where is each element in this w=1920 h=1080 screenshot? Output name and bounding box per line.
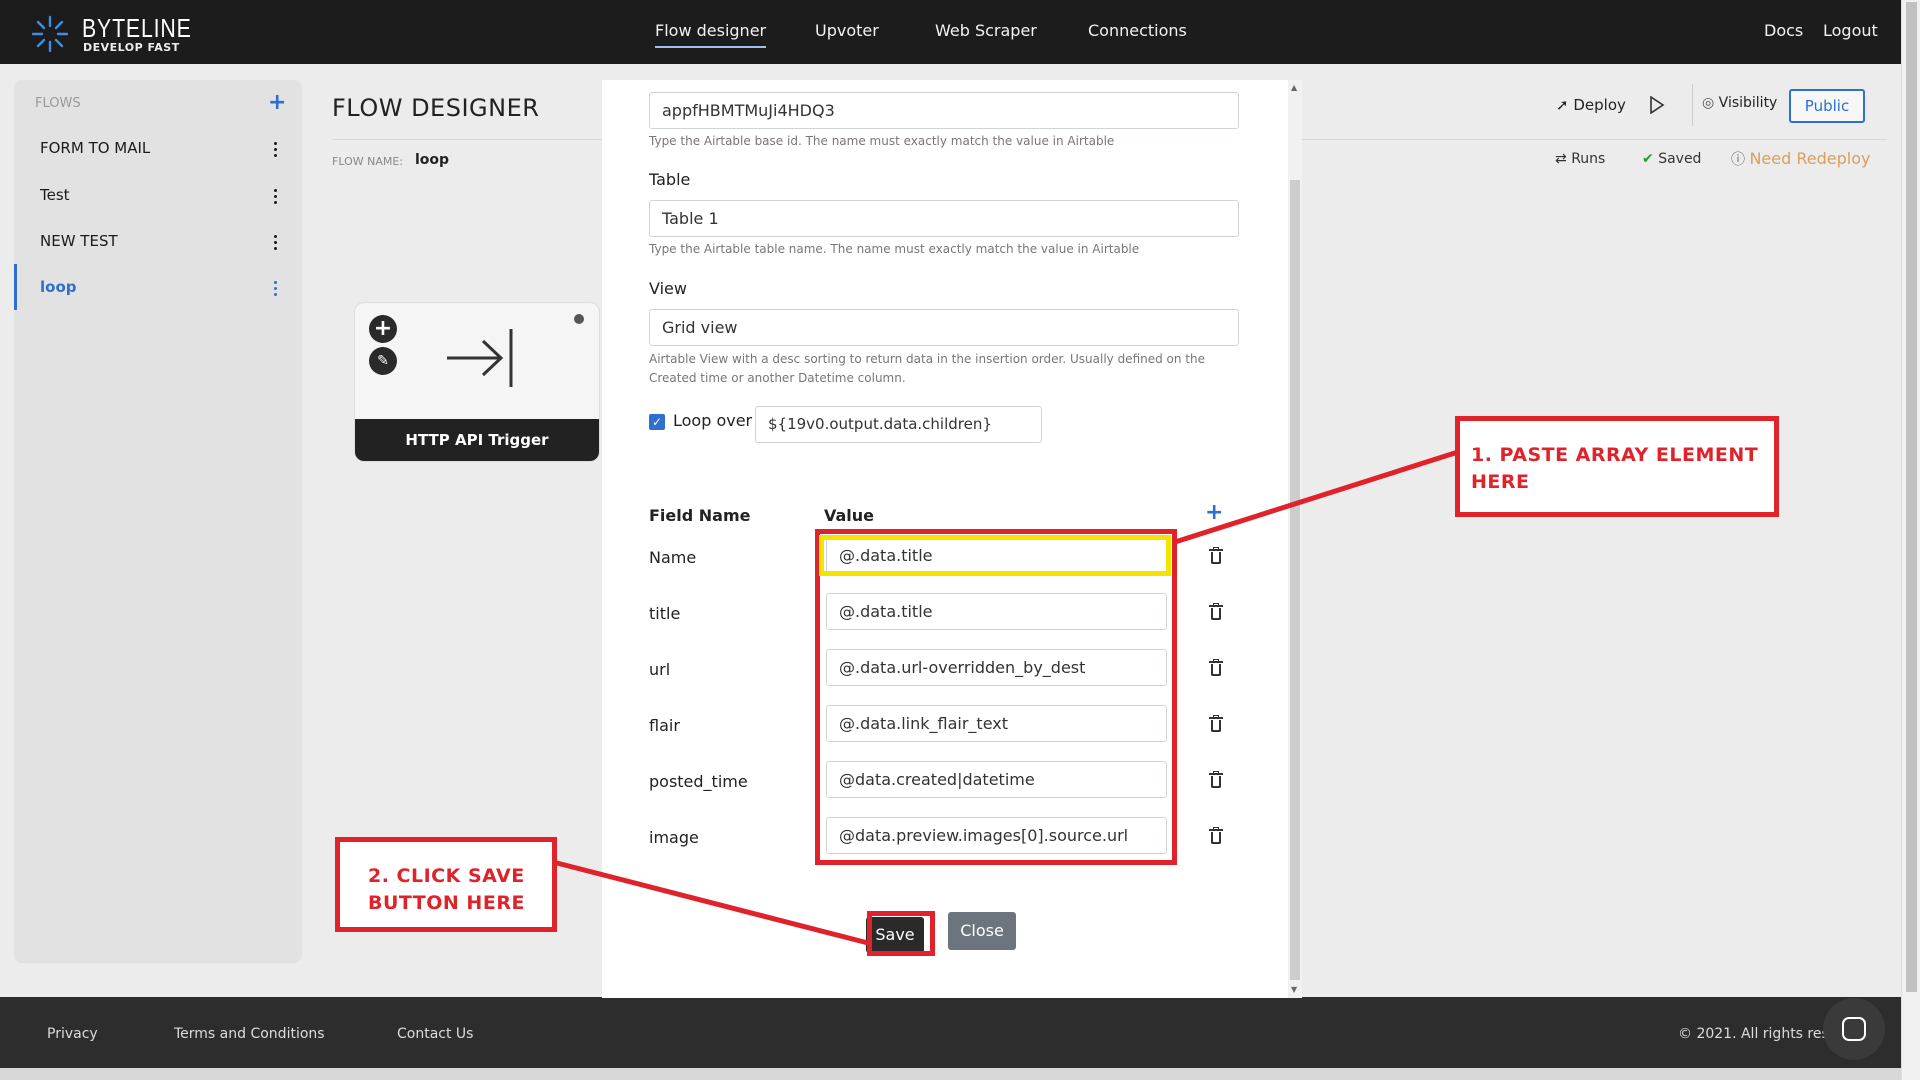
annotation-step-1: 1. PASTE ARRAY ELEMENT HERE xyxy=(1455,416,1779,517)
field-name-url: url xyxy=(649,660,671,679)
view-input[interactable]: Grid view xyxy=(649,309,1239,346)
annotation-step-2-line-1: 2. CLICK SAVE xyxy=(368,865,525,887)
annotation-step-1-line-1: 1. PASTE ARRAY ELEMENT xyxy=(1471,444,1759,466)
annotation-step-2-line-2: BUTTON HERE xyxy=(368,892,525,914)
page-footer: Privacy Terms and Conditions Contact Us … xyxy=(0,997,1901,1068)
footer-contact-link[interactable]: Contact Us xyxy=(397,1026,473,1042)
field-name-name: Name xyxy=(649,548,697,567)
loop-over-label: Loop over xyxy=(673,411,753,430)
view-help-line-1: Airtable View with a desc sorting to ret… xyxy=(649,352,1206,366)
loop-over-checkbox[interactable]: ✓ xyxy=(649,414,665,430)
chat-icon xyxy=(1842,1017,1866,1041)
page-scrollbar-thumb[interactable] xyxy=(1906,2,1917,992)
trash-icon[interactable] xyxy=(1209,603,1223,621)
page-scrollbar[interactable] xyxy=(1901,0,1920,1080)
add-field-button[interactable]: + xyxy=(1205,500,1223,525)
value-header: Value xyxy=(824,506,875,525)
field-name-flair: flair xyxy=(649,716,680,735)
bottom-strip xyxy=(0,1068,1901,1080)
loop-over-input[interactable]: ${19v0.output.data.children} xyxy=(755,406,1042,443)
annotation-step-2: 2. CLICK SAVE BUTTON HERE xyxy=(335,837,557,932)
field-name-title: title xyxy=(649,604,681,623)
annotation-step-1-line-2: HERE xyxy=(1471,471,1530,493)
view-help-line-2: Created time or another Datetime column. xyxy=(649,371,906,385)
base-id-input[interactable]: appfHBMTMuJi4HDQ3 xyxy=(649,92,1239,129)
annotation-save-box xyxy=(867,911,935,956)
field-name-posted-time: posted_time xyxy=(649,772,748,791)
annotation-highlight-first-value xyxy=(819,535,1171,576)
footer-copyright: © 2021. All rights rese xyxy=(1678,1026,1838,1042)
chat-launcher-button[interactable] xyxy=(1823,998,1885,1060)
field-name-header: Field Name xyxy=(649,506,751,525)
table-help: Type the Airtable table name. The name m… xyxy=(649,242,1140,256)
trash-icon[interactable] xyxy=(1209,715,1223,733)
trash-icon[interactable] xyxy=(1209,659,1223,677)
field-name-image: image xyxy=(649,828,699,847)
modal-scrollbar-thumb[interactable] xyxy=(1290,180,1300,980)
table-label: Table xyxy=(649,170,691,189)
base-id-help: Type the Airtable base id. The name must… xyxy=(649,134,1115,148)
footer-privacy-link[interactable]: Privacy xyxy=(47,1026,98,1042)
close-button[interactable]: Close xyxy=(948,912,1016,950)
trash-icon[interactable] xyxy=(1209,547,1223,565)
table-input[interactable]: Table 1 xyxy=(649,200,1239,237)
scroll-up-icon[interactable]: ▲ xyxy=(1291,83,1297,92)
trash-icon[interactable] xyxy=(1209,771,1223,789)
annotation-value-column-box xyxy=(815,529,1177,865)
scroll-down-icon[interactable]: ▼ xyxy=(1291,985,1297,994)
view-label: View xyxy=(649,279,687,298)
modal-scrollbar[interactable]: ▲ ▼ xyxy=(1288,80,1302,998)
footer-terms-link[interactable]: Terms and Conditions xyxy=(174,1026,325,1042)
trash-icon[interactable] xyxy=(1209,827,1223,845)
